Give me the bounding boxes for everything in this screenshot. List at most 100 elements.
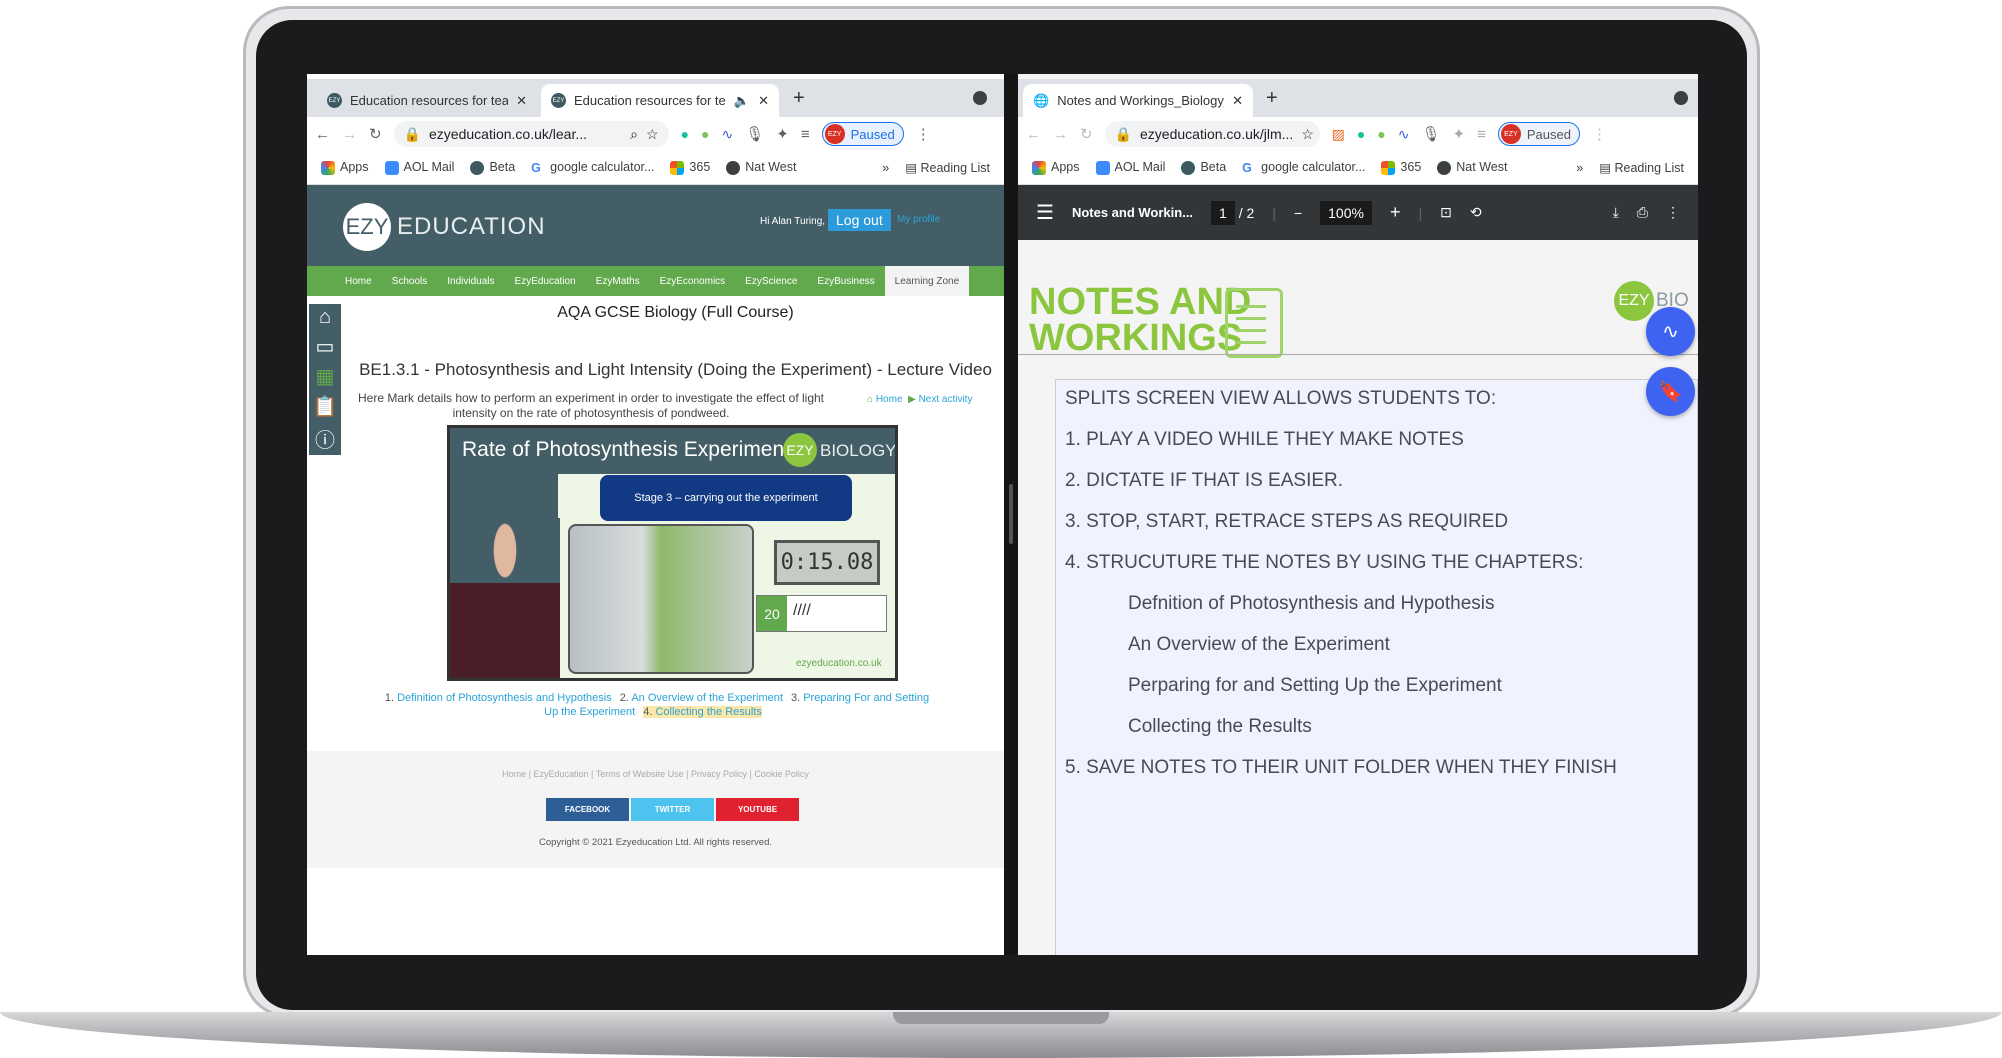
bookmark-natwest[interactable]: Nat West <box>726 160 796 175</box>
next-activity-link[interactable]: Next activity <box>919 394 973 405</box>
bookmark-365[interactable]: 365 <box>670 160 710 175</box>
tab-education-2[interactable]: EZY Education resources for tea 🔈 ✕ <box>541 84 779 117</box>
grammarly-icon[interactable]: ● <box>681 126 689 142</box>
menu-icon[interactable]: ⋮ <box>916 125 931 143</box>
reading-list-button[interactable]: ▤ Reading List <box>1599 160 1684 175</box>
forward-icon[interactable]: → <box>1053 126 1068 143</box>
nav-item[interactable]: EzyEconomics <box>650 266 736 296</box>
bookmark-google[interactable]: Ggoogle calculator... <box>1242 160 1365 175</box>
bookmark-beta[interactable]: Beta <box>470 160 515 175</box>
tab-search-button[interactable] <box>1674 91 1688 105</box>
tab-notes[interactable]: 🌐 Notes and Workings_Biology_N ✕ <box>1023 84 1253 117</box>
footer-link[interactable]: Home <box>502 769 526 779</box>
back-icon[interactable]: ← <box>1026 126 1041 143</box>
home-icon[interactable]: ⌂ <box>319 306 331 329</box>
media-icon[interactable]: ≡ <box>801 126 810 143</box>
media-icon[interactable]: ≡ <box>1477 126 1486 143</box>
logout-button[interactable]: Log out <box>828 209 891 231</box>
youtube-button[interactable]: YOUTUBE <box>716 798 799 821</box>
nav-item[interactable]: EzyBusiness <box>807 266 884 296</box>
lecture-video[interactable]: Rate of Photosynthesis Experiment EZY BI… <box>447 425 898 681</box>
chapter-link[interactable]: 4. Collecting the Results <box>643 706 762 718</box>
page-number-input[interactable]: 1 <box>1211 200 1235 225</box>
info-icon[interactable]: ⓘ <box>315 424 335 453</box>
facebook-button[interactable]: FACEBOOK <box>546 798 629 821</box>
ezy-logo[interactable]: EZY <box>343 203 391 251</box>
bookmark-google[interactable]: Ggoogle calculator... <box>531 160 654 175</box>
bookmark-aol[interactable]: AOL Mail <box>1095 160 1165 175</box>
whiteboard-icon[interactable]: ▭ <box>316 334 335 359</box>
nav-item[interactable]: EzyMaths <box>586 266 650 296</box>
menu-icon[interactable]: ⋮ <box>1592 125 1607 143</box>
back-icon[interactable]: ← <box>315 126 330 143</box>
twitter-button[interactable]: TWITTER <box>631 798 714 821</box>
mic-icon[interactable]: 🎙 <box>745 125 764 143</box>
footer-link[interactable]: EzyEducation <box>534 769 589 779</box>
nav-item[interactable]: EzyScience <box>735 266 807 296</box>
fit-page-icon[interactable]: ⊡ <box>1440 204 1452 221</box>
zoom-out-icon[interactable]: − <box>1294 205 1302 221</box>
speaker-icon[interactable]: 🔈 <box>734 93 750 109</box>
home-link[interactable]: Home <box>876 394 903 405</box>
star-icon[interactable]: ☆ <box>646 126 659 143</box>
more-options-icon[interactable]: ⋮ <box>1666 204 1680 221</box>
waveform-icon[interactable]: ∿ <box>722 126 734 143</box>
nav-item[interactable]: EzyEducation <box>505 266 586 296</box>
address-bar[interactable]: 🔒 ezyeducation.co.uk/jlm... ☆ <box>1104 121 1320 147</box>
close-icon[interactable]: ✕ <box>1232 93 1243 109</box>
footer-link[interactable]: Terms of Website Use <box>596 769 684 779</box>
more-bookmarks-icon[interactable]: » <box>1576 161 1583 175</box>
profile-button[interactable]: EZY Paused <box>1497 122 1580 146</box>
tab-education-1[interactable]: EZYEducation resources for teache✕ <box>317 84 537 117</box>
clipboard-icon[interactable]: 📋 <box>313 394 338 419</box>
puzzle-icon[interactable]: ✦ <box>1453 125 1466 143</box>
waveform-icon[interactable]: ∿ <box>1398 126 1410 143</box>
bookmark-beta[interactable]: Beta <box>1181 160 1226 175</box>
new-tab-button[interactable]: + <box>793 87 805 110</box>
bookmark-natwest[interactable]: Nat West <box>1437 160 1507 175</box>
forward-icon[interactable]: → <box>342 126 357 143</box>
bookmark-365[interactable]: 365 <box>1381 160 1421 175</box>
split-divider[interactable] <box>1004 74 1018 955</box>
profile-button[interactable]: EZY Paused <box>821 122 904 146</box>
bookmark-apps[interactable]: Apps <box>321 160 369 175</box>
puzzle-icon[interactable]: ✦ <box>776 125 789 143</box>
chapter-link[interactable]: 1. Definition of Photosynthesis and Hypo… <box>385 692 612 704</box>
close-icon[interactable]: ✕ <box>758 93 769 109</box>
hamburger-menu-icon[interactable]: ☰ <box>1036 200 1054 225</box>
reload-icon[interactable]: ↻ <box>1080 125 1093 143</box>
chapter-link[interactable]: 2. An Overview of the Experiment <box>620 692 783 704</box>
footer-link[interactable]: Cookie Policy <box>754 769 809 779</box>
download-icon[interactable]: ⤓ <box>1613 204 1619 221</box>
bookmark-button[interactable]: 🔖 <box>1646 367 1695 416</box>
zoom-in-icon[interactable]: + <box>1390 202 1401 223</box>
reload-icon[interactable]: ↻ <box>369 125 382 143</box>
rotate-icon[interactable]: ⟲ <box>1470 204 1482 221</box>
print-icon[interactable]: ⎙ <box>1637 204 1648 221</box>
extension-icon[interactable]: ● <box>701 126 709 142</box>
analytics-icon[interactable]: ▨ <box>1332 126 1345 143</box>
zoom-level-input[interactable]: 100% <box>1320 200 1372 225</box>
star-icon[interactable]: ☆ <box>1301 126 1314 143</box>
nav-item[interactable]: Learning Zone <box>884 266 970 296</box>
my-profile-link[interactable]: My profile <box>897 214 940 225</box>
address-bar[interactable]: 🔒 ezyeducation.co.uk/lear... ⌕ ☆ <box>393 121 669 147</box>
grid-icon[interactable]: ▦ <box>316 364 335 389</box>
tab-search-button[interactable] <box>973 91 987 105</box>
divider-handle[interactable] <box>1009 484 1013 544</box>
nav-item[interactable]: Individuals <box>437 266 504 296</box>
bookmark-aol[interactable]: AOL Mail <box>384 160 454 175</box>
grammarly-icon[interactable]: ● <box>1357 126 1365 142</box>
close-icon[interactable]: ✕ <box>516 93 527 109</box>
zoom-icon[interactable]: ⌕ <box>630 126 638 143</box>
extension-icon[interactable]: ● <box>1377 126 1385 142</box>
mic-icon[interactable]: 🎙 <box>1421 125 1440 143</box>
reading-list-button[interactable]: ▤ Reading List <box>905 160 990 175</box>
new-tab-button[interactable]: + <box>1266 87 1278 110</box>
more-bookmarks-icon[interactable]: » <box>882 161 889 175</box>
bookmark-apps[interactable]: Apps <box>1032 160 1080 175</box>
nav-item[interactable]: Schools <box>382 266 438 296</box>
nav-item[interactable]: Home <box>335 266 382 296</box>
footer-link[interactable]: Privacy Policy <box>691 769 747 779</box>
dictation-button[interactable]: ∿ <box>1646 307 1695 356</box>
